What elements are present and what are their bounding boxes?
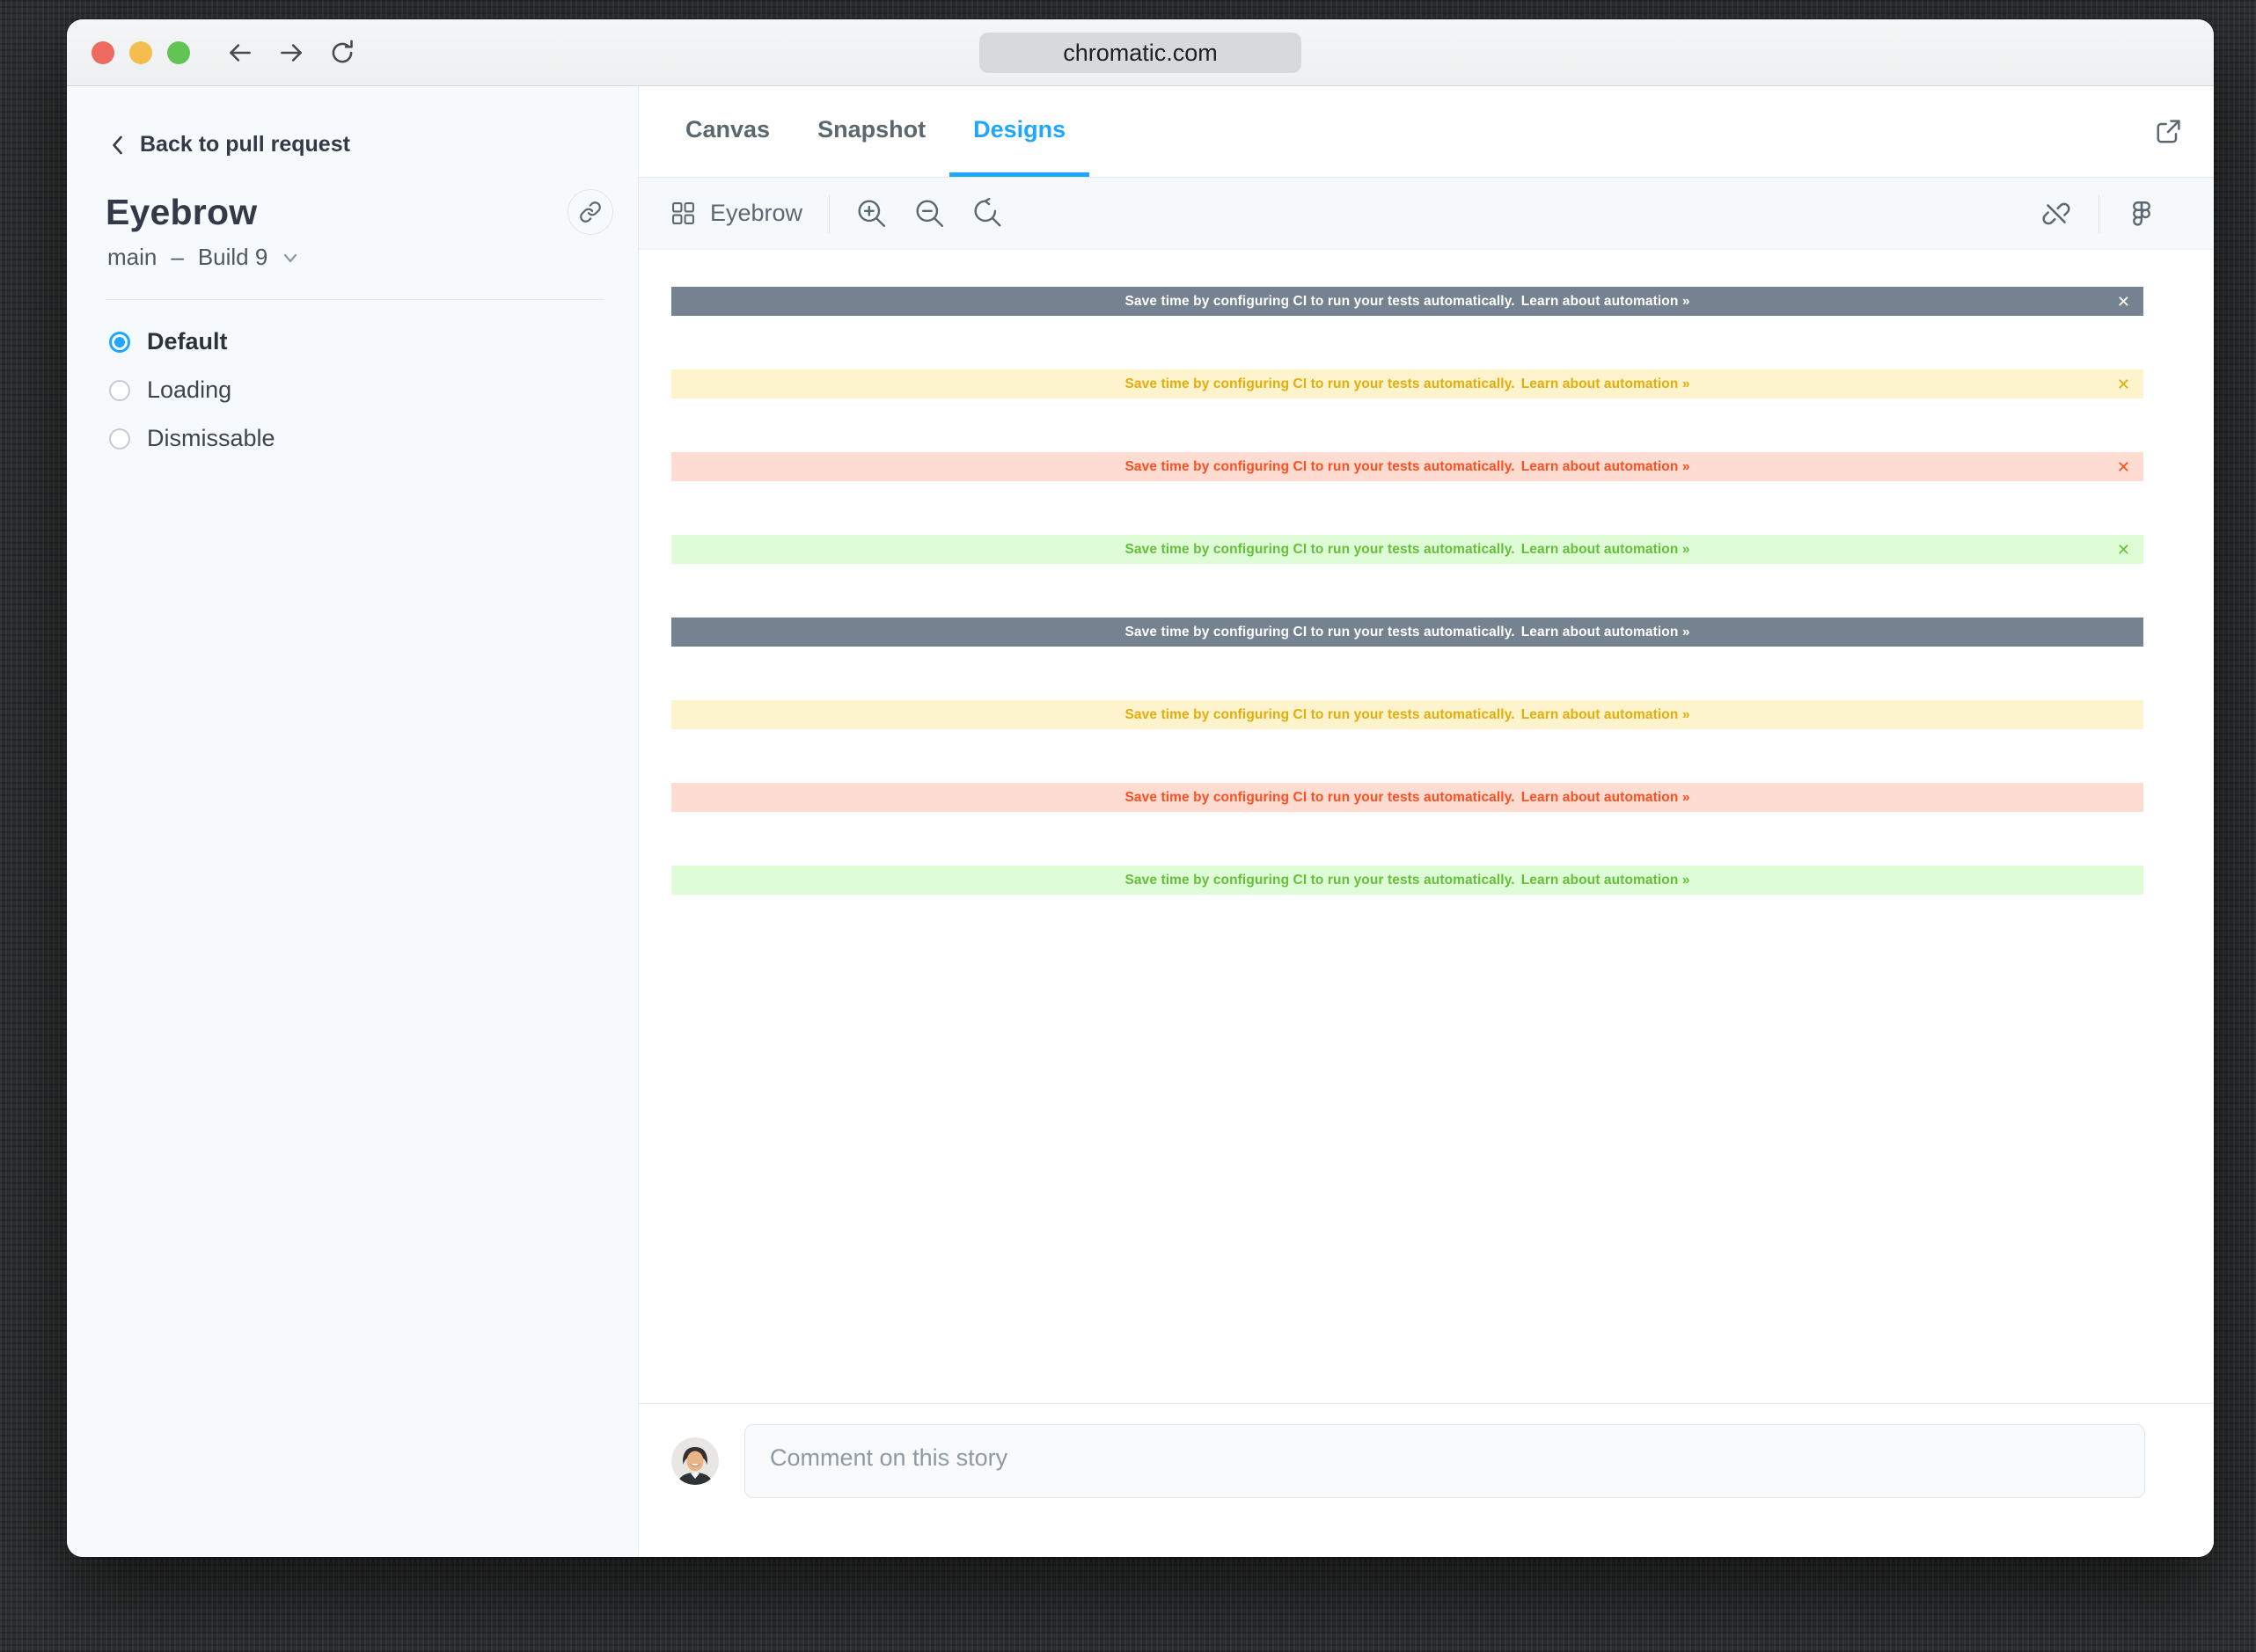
link-icon bbox=[579, 201, 602, 223]
eyebrow-automation-link[interactable]: Learn about automation » bbox=[1521, 790, 1690, 806]
eyebrow-close-icon[interactable]: ✕ bbox=[2117, 376, 2130, 392]
build-selector[interactable]: main – Build 9 bbox=[107, 244, 638, 271]
eyebrow-automation-link[interactable]: Learn about automation » bbox=[1521, 542, 1690, 558]
component-name-label[interactable]: Eyebrow bbox=[710, 200, 802, 227]
url-bar[interactable]: chromatic.com bbox=[979, 33, 1301, 73]
reload-icon[interactable] bbox=[327, 38, 357, 68]
eyebrow-message: Save time by configuring CI to run your … bbox=[1124, 376, 1514, 392]
forward-icon[interactable] bbox=[276, 38, 306, 68]
app-content: Back to pull request Eyebrow main – Buil… bbox=[67, 86, 2214, 1557]
chevron-down-icon bbox=[282, 249, 299, 267]
eyebrow-automation-link[interactable]: Learn about automation » bbox=[1521, 294, 1690, 310]
browser-nav bbox=[225, 38, 357, 68]
open-external-button[interactable] bbox=[2152, 116, 2184, 148]
variant-row-dismissable[interactable]: Dismissable bbox=[109, 425, 638, 452]
eyebrow-gold-dismissable: Save time by configuring CI to run your … bbox=[671, 369, 2143, 398]
eyebrow-message: Save time by configuring CI to run your … bbox=[1124, 294, 1514, 310]
eyebrow-automation-link[interactable]: Learn about automation » bbox=[1521, 459, 1690, 475]
minimize-window-button[interactable] bbox=[129, 41, 152, 64]
eyebrow-red: Save time by configuring CI to run your … bbox=[671, 783, 2143, 812]
figma-icon[interactable] bbox=[2126, 198, 2157, 230]
reset-zoom-icon[interactable] bbox=[972, 198, 1004, 230]
eyebrow-close-icon[interactable]: ✕ bbox=[2117, 459, 2130, 475]
eyebrow-gold: Save time by configuring CI to run your … bbox=[671, 700, 2143, 729]
tabs: CanvasSnapshotDesigns bbox=[662, 86, 1089, 177]
back-to-pull-request-link[interactable]: Back to pull request bbox=[109, 132, 638, 157]
component-grid-icon bbox=[671, 201, 695, 225]
zoom-window-button[interactable] bbox=[167, 41, 190, 64]
eyebrow-message: Save time by configuring CI to run your … bbox=[1124, 542, 1514, 558]
main-panel: CanvasSnapshotDesigns Eyebrow bbox=[639, 86, 2214, 1557]
variant-label: Default bbox=[147, 328, 228, 355]
zoom-in-icon[interactable] bbox=[856, 198, 888, 230]
sidebar: Back to pull request Eyebrow main – Buil… bbox=[67, 86, 639, 1557]
toolbar-divider bbox=[829, 194, 830, 233]
avatar bbox=[671, 1437, 719, 1485]
back-icon[interactable] bbox=[225, 38, 255, 68]
branch-label: main bbox=[107, 244, 157, 271]
eyebrow-message: Save time by configuring CI to run your … bbox=[1124, 707, 1514, 723]
tab-designs[interactable]: Designs bbox=[949, 86, 1089, 177]
branch-build-separator: – bbox=[171, 244, 183, 271]
eyebrow-automation-link[interactable]: Learn about automation » bbox=[1521, 707, 1690, 723]
back-link-label: Back to pull request bbox=[140, 132, 350, 157]
zoom-out-icon[interactable] bbox=[914, 198, 946, 230]
eyebrow-automation-link[interactable]: Learn about automation » bbox=[1521, 625, 1690, 640]
eyebrow-message: Save time by configuring CI to run your … bbox=[1124, 459, 1514, 475]
eyebrow-automation-link[interactable]: Learn about automation » bbox=[1521, 376, 1690, 392]
eyebrow-automation-link[interactable]: Learn about automation » bbox=[1521, 873, 1690, 888]
window-controls bbox=[92, 41, 190, 64]
tab-canvas[interactable]: Canvas bbox=[662, 86, 794, 177]
close-window-button[interactable] bbox=[92, 41, 114, 64]
eyebrow-red-dismissable: Save time by configuring CI to run your … bbox=[671, 452, 2143, 481]
tab-bar: CanvasSnapshotDesigns bbox=[639, 86, 2214, 178]
comment-input[interactable] bbox=[744, 1424, 2145, 1498]
variant-row-loading[interactable]: Loading bbox=[109, 376, 638, 404]
canvas-toolbar: Eyebrow bbox=[639, 178, 2214, 250]
browser-titlebar: chromatic.com bbox=[67, 19, 2214, 86]
eyebrow-gray: Save time by configuring CI to run your … bbox=[671, 618, 2143, 647]
radio-default[interactable] bbox=[109, 332, 130, 353]
eyebrow-message: Save time by configuring CI to run your … bbox=[1124, 625, 1514, 640]
eyebrow-message: Save time by configuring CI to run your … bbox=[1124, 873, 1514, 888]
eyebrow-green-dismissable: Save time by configuring CI to run your … bbox=[671, 535, 2143, 564]
story-title-row: Eyebrow bbox=[67, 157, 638, 235]
url-text: chromatic.com bbox=[1063, 40, 1218, 67]
copy-link-button[interactable] bbox=[568, 189, 613, 235]
story-canvas: Save time by configuring CI to run your … bbox=[639, 250, 2214, 1403]
radio-dismissable[interactable] bbox=[109, 428, 130, 450]
variant-radio-group: Default Loading Dismissable bbox=[109, 328, 638, 452]
comment-bar bbox=[639, 1403, 2214, 1557]
build-label: Build 9 bbox=[198, 244, 268, 271]
toolbar-right-group bbox=[2040, 194, 2157, 233]
browser-window: chromatic.com Back to pull request Eyebr… bbox=[67, 19, 2214, 1557]
eyebrow-close-icon[interactable]: ✕ bbox=[2117, 294, 2130, 310]
eyebrow-message: Save time by configuring CI to run your … bbox=[1124, 790, 1514, 806]
unlink-design-icon[interactable] bbox=[2040, 198, 2072, 230]
variant-label: Dismissable bbox=[147, 425, 275, 452]
chevron-left-icon bbox=[109, 134, 127, 157]
variant-row-default[interactable]: Default bbox=[109, 328, 638, 355]
eyebrow-green: Save time by configuring CI to run your … bbox=[671, 866, 2143, 895]
sidebar-divider bbox=[106, 299, 604, 300]
eyebrow-gray-dismissable: Save time by configuring CI to run your … bbox=[671, 287, 2143, 316]
variant-label: Loading bbox=[147, 376, 231, 404]
radio-loading[interactable] bbox=[109, 380, 130, 401]
tab-snapshot[interactable]: Snapshot bbox=[794, 86, 949, 177]
external-link-icon bbox=[2152, 116, 2184, 148]
page-title: Eyebrow bbox=[106, 192, 257, 233]
eyebrow-close-icon[interactable]: ✕ bbox=[2117, 542, 2130, 558]
